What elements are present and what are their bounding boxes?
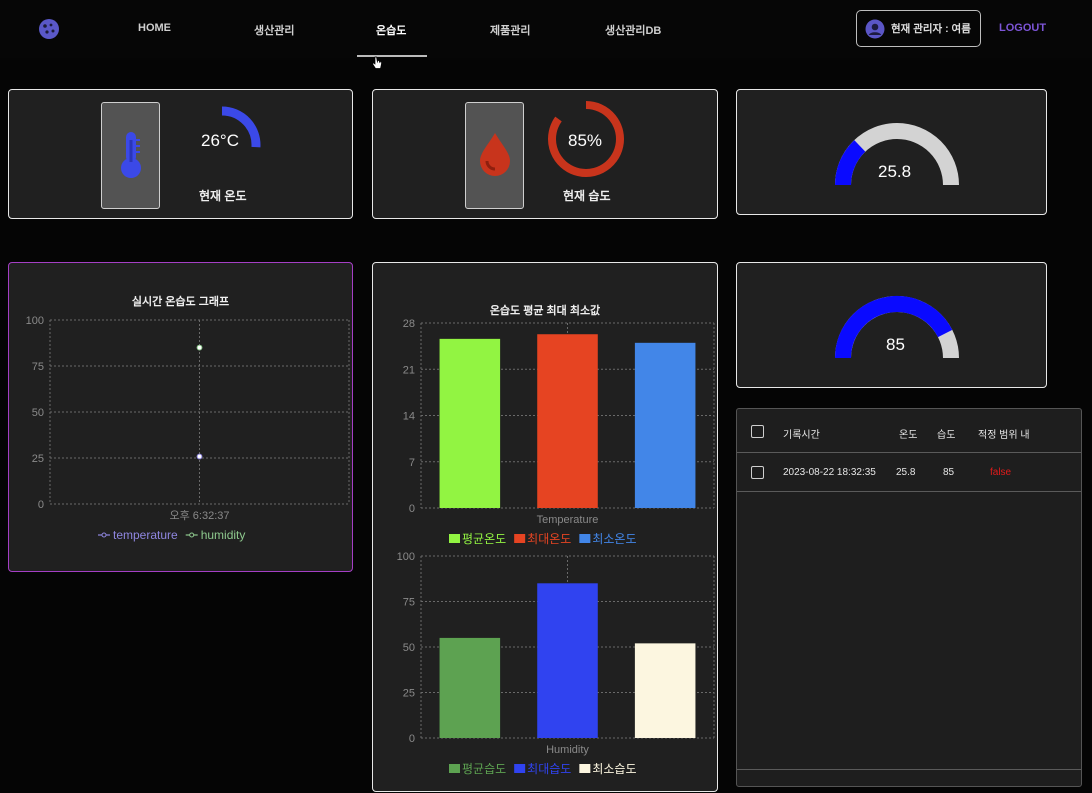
nav-home[interactable]: HOME <box>138 22 171 34</box>
header-divider <box>737 452 1081 453</box>
temperature-gauge-value: 25.8 <box>878 162 912 181</box>
legend-label: 평균온도 <box>462 532 506 546</box>
stats-chart-card: 온습도 평균 최대 최소값 0 7 14 21 28 Temperature 평균온도 최대온… <box>372 262 718 792</box>
y-tick-label: 75 <box>32 361 44 373</box>
water-drop-icon <box>480 133 510 176</box>
y-tick-label: 14 <box>403 411 415 423</box>
y-tick-label: 100 <box>397 551 415 563</box>
water-drop-icon-box <box>465 102 524 209</box>
x-tick-label: 오후 6:32:37 <box>170 509 230 522</box>
y-tick-label: 0 <box>409 503 415 515</box>
row-humid: 85 <box>943 467 955 478</box>
temperature-value: 26°C <box>201 131 239 150</box>
row-temp: 25.8 <box>896 467 916 478</box>
nav-products[interactable]: 제품관리 <box>490 22 530 38</box>
logout-button[interactable]: LOGOUT <box>999 22 1046 34</box>
legend-label: temperature <box>113 528 178 542</box>
legend-swatch <box>514 534 526 543</box>
legend-swatch <box>449 764 460 773</box>
x-axis-label: Temperature <box>537 514 599 526</box>
humidity-gauge-card: 85 <box>736 262 1047 388</box>
top-nav: HOME 생산관리 온습도 제품관리 생산관리DB 현재 관리자 : 여름 LO… <box>0 0 1092 69</box>
temperature-label: 현재 온도 <box>199 189 247 203</box>
data-point <box>196 344 203 351</box>
bar <box>439 637 501 738</box>
temperature-card: 26°C 현재 온도 <box>8 89 353 219</box>
legend-swatch <box>579 534 591 543</box>
realtime-chart-card: 실시간 온습도 그래프 0 25 50 75 100 오후 6:32:37 temperat… <box>8 262 353 572</box>
footer-divider <box>737 769 1081 770</box>
legend-label: 최소온도 <box>592 532 636 546</box>
legend-label: 최대온도 <box>527 532 571 546</box>
row-in-range: false <box>990 467 1012 478</box>
nav-production-db[interactable]: 생산관리DB <box>605 22 661 38</box>
y-tick-label: 7 <box>409 457 415 469</box>
nav-temp-humidity[interactable]: 온습도 <box>376 22 406 38</box>
admin-label: 현재 관리자 : 여름 <box>891 23 971 35</box>
legend-marker <box>189 532 195 538</box>
bar <box>537 334 598 508</box>
legend-label: 최소습도 <box>592 762 636 776</box>
header-time: 기록시간 <box>783 430 820 441</box>
select-all-checkbox[interactable] <box>751 425 764 438</box>
thermometer-icon <box>121 132 141 178</box>
humidity-card: 85% 현재 습도 <box>372 89 718 219</box>
y-tick-label: 100 <box>26 315 44 327</box>
bar <box>634 342 696 508</box>
row-time: 2023-08-22 18:32:35 <box>783 467 876 478</box>
y-tick-label: 0 <box>409 733 415 745</box>
legend-label: humidity <box>201 528 246 542</box>
active-tab-underline <box>357 55 427 57</box>
hand-pointer-icon <box>372 56 382 69</box>
gauge-fill <box>835 140 866 186</box>
row-divider <box>737 491 1081 492</box>
legend-label: 평균습도 <box>462 762 506 776</box>
legend-label: 최대습도 <box>527 762 571 776</box>
legend-swatch <box>449 534 460 543</box>
y-tick-label: 0 <box>38 499 44 511</box>
humidity-value: 85% <box>568 131 603 150</box>
legend-marker <box>101 532 107 538</box>
y-tick-label: 50 <box>403 642 415 654</box>
legend-swatch <box>514 764 526 773</box>
thermometer-icon-box <box>101 102 160 209</box>
nav-production[interactable]: 생산관리 <box>254 22 294 38</box>
data-point <box>196 453 203 460</box>
header-temp: 온도 <box>899 430 918 441</box>
row-checkbox[interactable] <box>751 466 764 479</box>
y-tick-label: 75 <box>403 597 415 609</box>
bar <box>537 583 598 738</box>
bar <box>634 643 696 738</box>
y-tick-label: 50 <box>32 407 44 419</box>
realtime-chart: 0 25 50 75 100 오후 6:32:37 temperature humidity <box>26 315 350 542</box>
humidity-gauge-value: 85 <box>886 335 905 354</box>
header-in-range: 적정 범위 내 <box>978 430 1030 441</box>
temperature-gauge-card: 25.8 <box>736 89 1047 215</box>
user-avatar-icon <box>865 19 885 38</box>
stats-bar-charts: 0 7 14 21 28 Temperature 평균온도 최대온도 최소온도 0 25 50 75 10… <box>397 318 715 776</box>
header-humid: 습도 <box>937 430 956 441</box>
y-tick-label: 28 <box>403 318 415 330</box>
humidity-label: 현재 습도 <box>563 189 611 203</box>
records-table: 기록시간 온도 습도 적정 범위 내 2023-08-22 18:32:35 2… <box>736 408 1082 787</box>
bar <box>439 338 501 508</box>
y-tick-label: 25 <box>32 453 44 465</box>
y-tick-label: 21 <box>403 364 415 376</box>
x-axis-label: Humidity <box>546 744 589 756</box>
y-tick-label: 25 <box>403 688 415 700</box>
cookie-icon[interactable] <box>38 18 60 40</box>
admin-badge[interactable]: 현재 관리자 : 여름 <box>856 10 981 47</box>
legend-swatch <box>579 764 591 773</box>
